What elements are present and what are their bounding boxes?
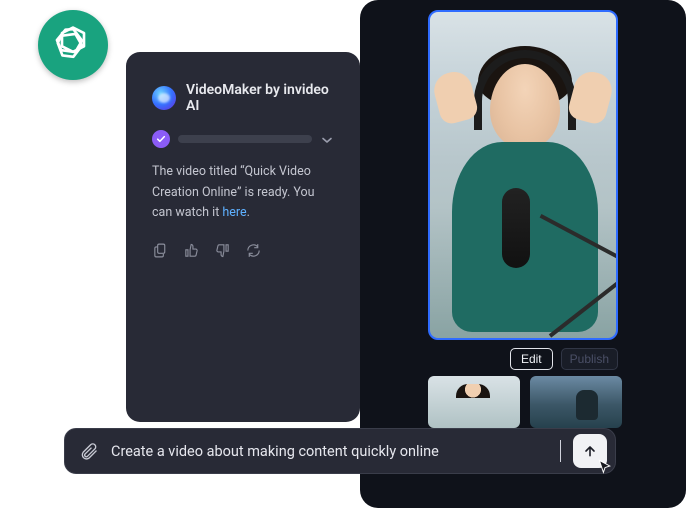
message-suffix: . (247, 205, 250, 220)
chat-panel: VideoMaker by invideo AI The video title… (126, 52, 360, 422)
chat-message: The video titled “Quick Video Creation O… (152, 162, 334, 224)
chat-title: VideoMaker by invideo AI (186, 82, 334, 114)
text-cursor (560, 440, 561, 462)
chevron-down-icon[interactable] (320, 132, 334, 146)
thumbs-down-icon[interactable] (214, 242, 231, 263)
progress-bar (178, 135, 312, 143)
figure-hand-left (430, 68, 480, 126)
cursor-pointer-icon (597, 458, 613, 474)
chat-header: VideoMaker by invideo AI (152, 82, 334, 114)
thumbnail-1[interactable] (428, 376, 520, 428)
app-avatar-icon (152, 86, 176, 110)
openai-badge (38, 10, 108, 80)
check-complete-icon (152, 130, 170, 148)
prompt-bar[interactable]: Create a video about making content quic… (64, 428, 616, 474)
openai-logo-icon (51, 21, 95, 69)
upload-arrow-icon (582, 443, 598, 459)
thumbnail-2[interactable] (530, 376, 622, 428)
thumbnail-row (428, 376, 622, 428)
figure-hand-right (566, 68, 616, 126)
video-preview[interactable] (428, 10, 618, 340)
thumbs-up-icon[interactable] (183, 242, 200, 263)
copy-icon[interactable] (152, 242, 169, 263)
figure-mic (502, 188, 530, 268)
preview-actions: Edit Publish (510, 348, 618, 370)
progress-row[interactable] (152, 130, 334, 148)
refresh-icon[interactable] (245, 242, 262, 263)
paperclip-icon[interactable] (79, 441, 99, 461)
edit-button[interactable]: Edit (510, 348, 553, 370)
watch-link[interactable]: here (222, 205, 246, 220)
send-button[interactable] (573, 434, 607, 468)
prompt-input[interactable]: Create a video about making content quic… (111, 443, 548, 460)
message-action-row (152, 242, 334, 263)
publish-button[interactable]: Publish (561, 348, 618, 370)
